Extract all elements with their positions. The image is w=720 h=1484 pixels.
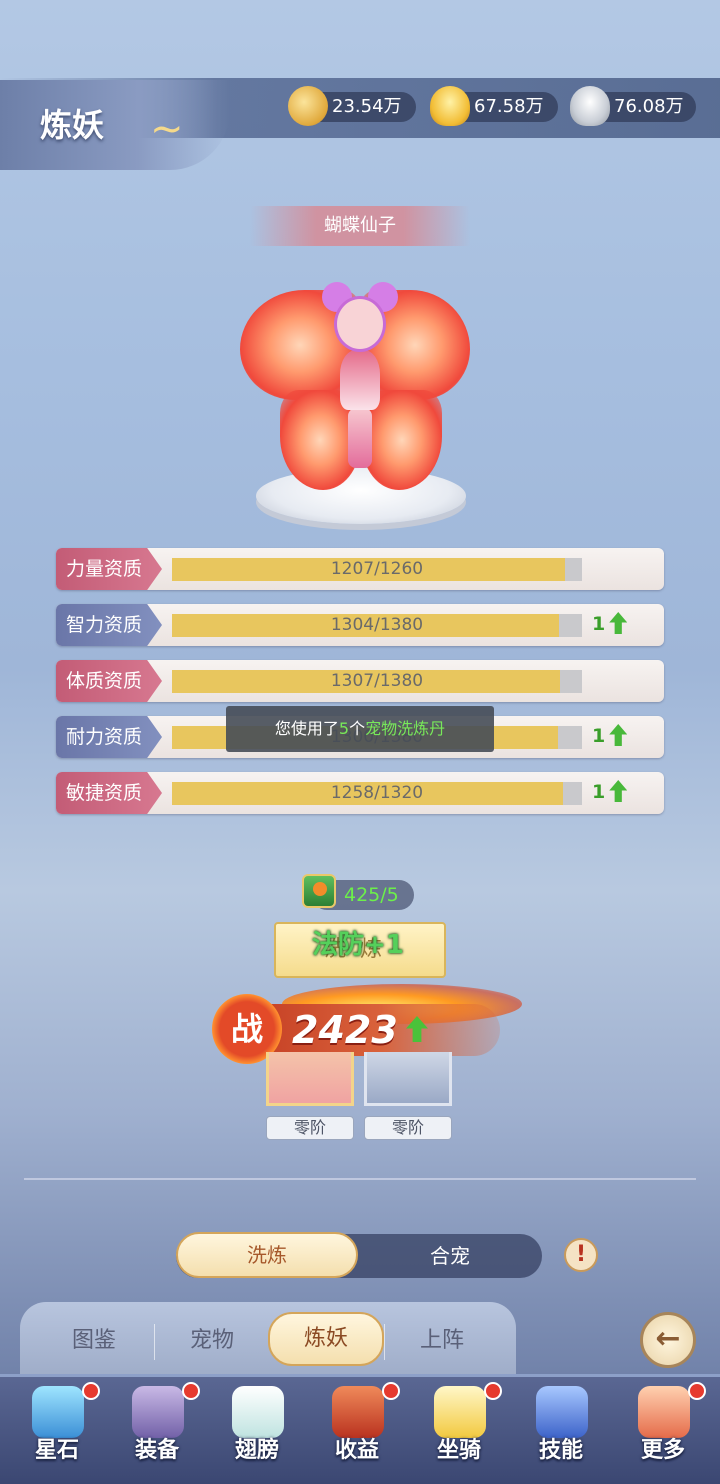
dragon-coin-icon [288, 86, 328, 126]
nav-label: 星石 [34, 1438, 79, 1463]
nav-income[interactable]: 收益 [312, 1382, 402, 1482]
stat-label: 敏捷资质 [56, 772, 162, 814]
rank-label: 零阶 [364, 1116, 452, 1140]
page-title: 炼妖 [40, 106, 105, 144]
back-button[interactable]: ← [640, 1312, 696, 1368]
gamepad-icon [638, 1386, 690, 1438]
hammer-icon [132, 1386, 184, 1438]
rank-label: 零阶 [266, 1116, 354, 1140]
nav-more[interactable]: 更多 [618, 1382, 708, 1482]
stat-row-intelligence: 智力资质 1304/1380 1 [56, 604, 664, 646]
currency-value: 76.08万 [614, 96, 684, 117]
tab-pets[interactable]: 宠物 [154, 1316, 270, 1366]
nav-star-stone[interactable]: 星石 [12, 1382, 102, 1482]
stat-gain-value: 1 [592, 725, 606, 747]
toast-prefix: 您使用了 [274, 719, 339, 738]
up-arrow-icon [609, 612, 628, 634]
title-plate [0, 80, 230, 170]
toast-item: 宠物洗炼丹 [365, 719, 446, 738]
currency-silver[interactable]: 76.08万 [570, 86, 696, 126]
toast-unit: 个 [349, 719, 366, 738]
fairy-head [334, 296, 386, 352]
nav-label: 更多 [640, 1438, 685, 1463]
stat-gain: 1 [592, 780, 628, 803]
nav-label: 装备 [134, 1438, 179, 1463]
currency-dragon-coin[interactable]: 23.54万 [288, 86, 416, 126]
red-dot-badge [484, 1382, 502, 1400]
stat-value: 1304/1380 [330, 615, 424, 635]
book-icon [536, 1386, 588, 1438]
silver-ingot-icon [570, 86, 610, 126]
currency-value: 67.58万 [474, 96, 544, 117]
toast-message: 您使用了5个宠物洗炼丹 [226, 706, 494, 752]
battle-power-value: 2423 [292, 1008, 398, 1052]
divider [24, 1178, 696, 1180]
fairy-legs [348, 408, 372, 468]
nav-skills[interactable]: 技能 [516, 1382, 606, 1482]
gold-ingot-icon [430, 86, 470, 126]
crystal-icon [32, 1386, 84, 1438]
stat-value: 1207/1260 [330, 559, 424, 579]
currency-value: 23.54万 [332, 96, 402, 117]
pet-name-plate: 蝴蝶仙子 [250, 206, 470, 246]
stat-gain: 1 [592, 612, 628, 635]
nav-wings[interactable]: 翅膀 [212, 1382, 302, 1482]
stat-label: 体质资质 [56, 660, 162, 702]
red-dot-badge [382, 1382, 400, 1400]
nav-label: 技能 [538, 1438, 583, 1463]
up-arrow-icon [609, 780, 628, 802]
tab-refine[interactable]: 炼妖 [268, 1312, 384, 1366]
nav-label: 坐骑 [436, 1438, 481, 1463]
swirl-ornament-icon: ~ [150, 106, 184, 152]
stat-label: 耐力资质 [56, 716, 162, 758]
stat-gain: 1 [592, 724, 628, 747]
tab-codex[interactable]: 图鉴 [36, 1316, 152, 1366]
nav-label: 收益 [334, 1438, 379, 1463]
stat-label: 力量资质 [56, 548, 162, 590]
help-icon[interactable]: ! [564, 1238, 598, 1272]
stat-gain-value: 1 [592, 613, 606, 635]
stat-value: 1307/1380 [330, 671, 424, 691]
pet-name: 蝴蝶仙子 [324, 215, 396, 236]
tab-deploy[interactable]: 上阵 [384, 1316, 500, 1366]
fairy-portrait[interactable] [266, 1052, 354, 1106]
money-bag-icon [332, 1386, 384, 1438]
nav-label: 翅膀 [234, 1438, 279, 1463]
wing-icon [232, 1386, 284, 1438]
nav-mount[interactable]: 坐骑 [414, 1382, 504, 1482]
stat-row-strength: 力量资质 1207/1260 [56, 548, 664, 590]
stat-label: 智力资质 [56, 604, 162, 646]
stat-gain-value: 1 [592, 781, 606, 803]
tiger-portrait[interactable] [364, 1052, 452, 1106]
nav-equipment[interactable]: 装备 [112, 1382, 202, 1482]
horse-icon [434, 1386, 486, 1438]
currency-gold[interactable]: 67.58万 [430, 86, 558, 126]
pedestal [256, 468, 466, 524]
stat-row-constitution: 体质资质 1307/1380 [56, 660, 664, 702]
up-arrow-icon [609, 724, 628, 746]
subtab-merge[interactable]: 合宠 [360, 1234, 540, 1278]
red-dot-badge [82, 1382, 100, 1400]
red-dot-badge [688, 1382, 706, 1400]
stat-row-agility: 敏捷资质 1258/1320 1 [56, 772, 664, 814]
pill-chest-icon[interactable] [302, 874, 336, 908]
float-stat-text: 法防+1 [312, 930, 404, 960]
fairy-body [340, 350, 380, 410]
red-dot-badge [182, 1382, 200, 1400]
toast-count: 5 [338, 719, 350, 738]
back-arrow-icon: ← [655, 1321, 681, 1356]
subtab-refine[interactable]: 洗炼 [176, 1232, 358, 1278]
item-count: 425/5 [344, 884, 399, 906]
stat-value: 1258/1320 [330, 783, 424, 803]
